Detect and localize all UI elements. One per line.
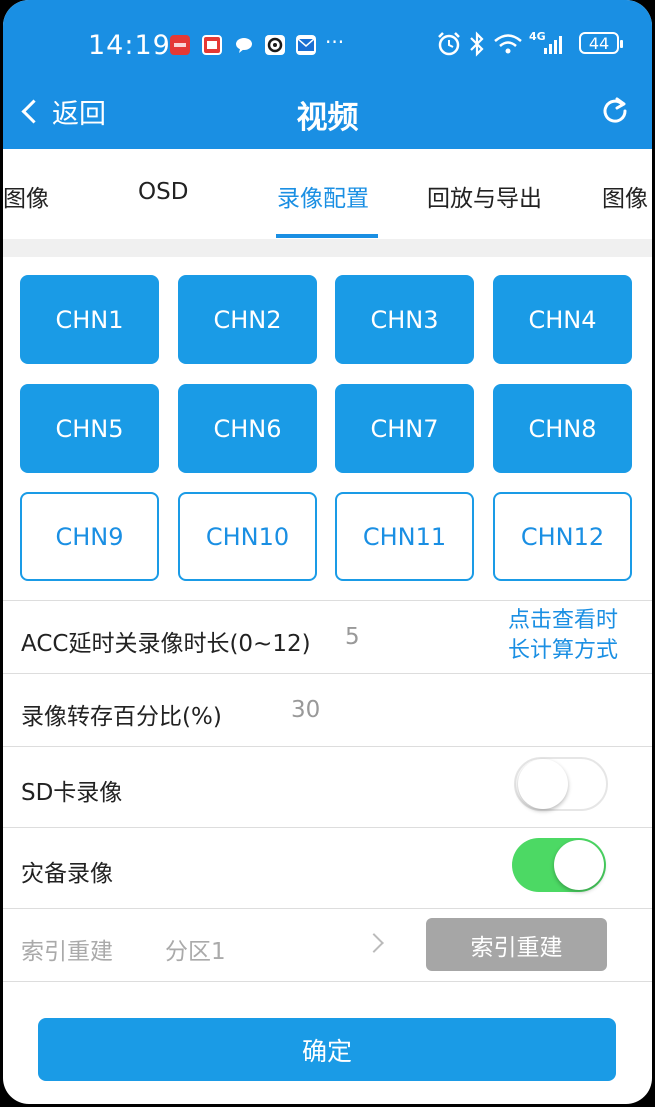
channel-button-1[interactable]: CHN1 <box>20 275 159 364</box>
status-time: 14:19 <box>88 30 171 61</box>
alarm-icon <box>436 31 462 63</box>
tab-record-config[interactable]: 录像配置 <box>277 179 369 213</box>
active-tab-indicator <box>276 234 378 238</box>
row-divider <box>3 908 652 909</box>
confirm-button[interactable]: 确定 <box>38 1018 616 1081</box>
toggle-knob <box>554 840 604 890</box>
acc-delay-label: ACC延时关录像时长(0~12) <box>21 631 311 657</box>
channel-button-7[interactable]: CHN7 <box>335 384 474 473</box>
channel-button-4[interactable]: CHN4 <box>493 275 632 364</box>
tab-playback-export[interactable]: 回放与导出 <box>427 179 542 213</box>
channel-button-6[interactable]: CHN6 <box>178 384 317 473</box>
channel-button-8[interactable]: CHN8 <box>493 384 632 473</box>
index-rebuild-button[interactable]: 索引重建 <box>426 918 607 971</box>
app-header: 14:19 ··· 4G 44 返回 视频 <box>3 0 652 149</box>
huawei-app-icon <box>170 35 190 55</box>
bluetooth-icon <box>468 31 486 63</box>
battery-icon: 44 <box>579 32 623 54</box>
tab-bar: 图像 OSD 录像配置 回放与导出 图像 <box>3 149 652 239</box>
index-rebuild-label: 索引重建 <box>21 939 113 965</box>
backup-record-toggle[interactable] <box>512 838 606 892</box>
signal-icon <box>544 34 562 54</box>
channel-button-3[interactable]: CHN3 <box>335 275 474 364</box>
row-divider <box>3 981 652 982</box>
tab-image-right[interactable]: 图像 <box>602 179 648 213</box>
channel-button-9[interactable]: CHN9 <box>20 492 159 581</box>
channel-button-12[interactable]: CHN12 <box>493 492 632 581</box>
wifi-icon <box>492 31 524 63</box>
partition-selector[interactable]: 分区1 <box>165 932 226 966</box>
refresh-icon[interactable] <box>600 96 630 126</box>
transfer-percent-label: 录像转存百分比(%) <box>21 704 222 730</box>
channel-button-2[interactable]: CHN2 <box>178 275 317 364</box>
sd-record-toggle[interactable] <box>514 757 608 811</box>
red-app-icon <box>202 35 222 55</box>
section-divider <box>3 239 652 257</box>
phone-screen: 14:19 ··· 4G 44 返回 视频 图像 OSD 录像配置 回放与导出 … <box>3 0 652 1104</box>
more-notifications-icon: ··· <box>325 30 345 54</box>
channel-button-11[interactable]: CHN11 <box>335 492 474 581</box>
calc-method-link[interactable]: 点击查看时长计算方式 <box>508 606 638 666</box>
sd-record-label: SD卡录像 <box>21 780 123 806</box>
toggle-knob <box>518 759 568 809</box>
row-divider <box>3 600 652 601</box>
acc-delay-input[interactable]: 5 <box>345 624 360 650</box>
channel-button-10[interactable]: CHN10 <box>178 492 317 581</box>
tab-image-left[interactable]: 图像 <box>3 179 49 213</box>
row-divider <box>3 827 652 828</box>
tab-osd[interactable]: OSD <box>138 179 188 205</box>
camera-app-icon <box>265 35 285 55</box>
backup-record-label: 灾备录像 <box>21 861 113 887</box>
row-divider <box>3 673 652 674</box>
page-title: 视频 <box>296 100 359 136</box>
chat-bubble-icon <box>234 35 254 55</box>
transfer-percent-input[interactable]: 30 <box>291 697 320 723</box>
channel-button-5[interactable]: CHN5 <box>20 384 159 473</box>
row-divider <box>3 746 652 747</box>
chevron-right-icon[interactable] <box>364 933 384 953</box>
mail-icon <box>296 35 316 55</box>
